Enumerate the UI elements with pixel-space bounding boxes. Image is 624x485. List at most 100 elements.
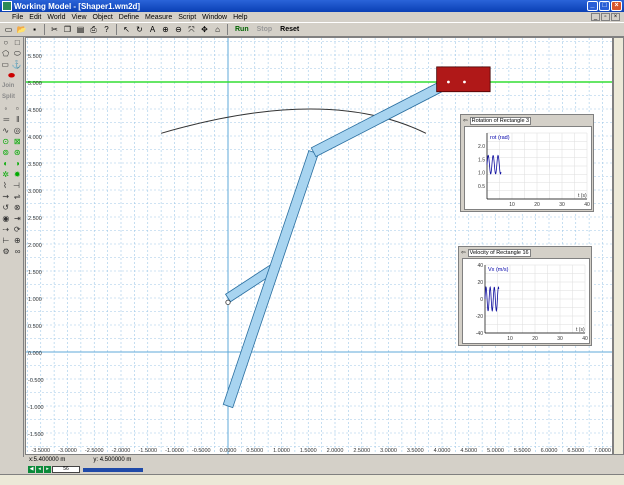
doc-close-button[interactable]: × bbox=[611, 13, 620, 21]
x-tick-label: 1.5000 bbox=[300, 448, 317, 454]
rotate-tool-icon[interactable]: ↻ bbox=[134, 24, 145, 35]
y-tick-label: 0.000 bbox=[28, 351, 42, 357]
curved-slot-icon[interactable]: ∿ bbox=[2, 126, 9, 135]
help-icon[interactable]: ? bbox=[101, 24, 112, 35]
menu-measure[interactable]: Measure bbox=[145, 14, 172, 21]
menu-script[interactable]: Script bbox=[178, 14, 196, 21]
menu-object[interactable]: Object bbox=[93, 14, 113, 21]
anchor-tool-icon[interactable]: ⚓ bbox=[12, 60, 22, 69]
meter-x-tick: 20 bbox=[532, 336, 538, 342]
reset-button[interactable]: Reset bbox=[277, 26, 302, 33]
home-view-icon[interactable]: ⌂ bbox=[212, 24, 223, 35]
menu-file[interactable]: File bbox=[12, 14, 23, 21]
keyed-slot-icon[interactable]: ⊚ bbox=[2, 148, 9, 157]
step-forward-icon[interactable]: ▸ bbox=[44, 466, 51, 473]
rod-tool-icon[interactable]: ⇌ bbox=[14, 192, 21, 201]
open-file-icon[interactable]: 📂 bbox=[16, 24, 27, 35]
belt-tool-icon[interactable]: ∞ bbox=[15, 247, 21, 256]
meter-menu-icon[interactable]: ⇦ bbox=[463, 118, 468, 124]
curved-slot-joint-icon[interactable]: ◐ bbox=[3, 159, 8, 168]
x-tick-label: 3.5000 bbox=[407, 448, 424, 454]
app-icon bbox=[2, 1, 12, 11]
circle-tool-icon[interactable]: ○ bbox=[3, 38, 8, 47]
meter-plot-area: rot (rad) t (s) 2.0 1.5 1.0 0.5 10 20 30 40 bbox=[464, 126, 592, 210]
copy-icon[interactable]: ❐ bbox=[62, 24, 73, 35]
menu-help[interactable]: Help bbox=[233, 14, 247, 21]
horizontal-slot-icon[interactable]: ═ bbox=[4, 115, 10, 124]
y-tick-label: -0.500 bbox=[28, 378, 44, 384]
curved-polygon-tool-icon[interactable]: ⬭ bbox=[14, 49, 21, 59]
gear-tool-icon[interactable]: ⚙ bbox=[3, 247, 10, 256]
menu-define[interactable]: Define bbox=[119, 14, 139, 21]
force-tool-icon[interactable]: ⇢ bbox=[2, 225, 9, 234]
meter-y-tick: -20 bbox=[476, 314, 483, 320]
rewind-icon[interactable]: ◀ bbox=[28, 466, 35, 473]
rotary-damper-icon[interactable]: ⊗ bbox=[14, 203, 21, 212]
meter-y-tick: 0 bbox=[480, 297, 483, 303]
maximize-button[interactable]: □ bbox=[599, 1, 610, 11]
polygon-tool-icon[interactable]: ⬠ bbox=[2, 49, 9, 58]
spring-tool-icon[interactable]: ⌇ bbox=[3, 181, 7, 190]
pulley-tool-icon[interactable]: ⊕ bbox=[14, 236, 21, 245]
rigid-joint-icon[interactable]: ⊠ bbox=[14, 137, 21, 146]
zoom-fit-icon[interactable]: ⤧ bbox=[186, 24, 197, 35]
print-icon[interactable]: ⎙ bbox=[88, 24, 99, 35]
slot-tool-icon[interactable]: ⬬ bbox=[8, 71, 15, 81]
step-back-icon[interactable]: ◂ bbox=[36, 466, 43, 473]
save-icon[interactable]: ▪ bbox=[29, 24, 40, 35]
motor-icon[interactable]: ◉ bbox=[2, 214, 9, 223]
actuator-icon[interactable]: ⇥ bbox=[14, 214, 21, 223]
motor-joint-icon[interactable]: ◑ bbox=[15, 159, 20, 168]
zoom-in-icon[interactable]: ⊕ bbox=[160, 24, 171, 35]
split-button[interactable]: Split bbox=[0, 92, 23, 103]
doc-restore-button[interactable]: ▫ bbox=[601, 13, 610, 21]
zoom-out-icon[interactable]: ⊖ bbox=[173, 24, 184, 35]
menu-world[interactable]: World bbox=[47, 14, 65, 21]
y-tick-label: 5.000 bbox=[28, 81, 42, 87]
run-button[interactable]: Run bbox=[232, 26, 252, 33]
rope-tool-icon[interactable]: ⇝ bbox=[2, 192, 9, 201]
square-tool-icon[interactable]: ▭ bbox=[1, 60, 9, 69]
stop-button[interactable]: Stop bbox=[254, 26, 276, 33]
separator-tool-icon[interactable]: ⊢ bbox=[2, 236, 9, 245]
pin-joint-icon[interactable]: ⊙ bbox=[2, 137, 9, 146]
torque-tool-icon[interactable]: ⟳ bbox=[14, 225, 21, 234]
keyed-slot-icon-2[interactable]: ⊛ bbox=[14, 148, 21, 157]
text-tool-icon[interactable]: A bbox=[147, 24, 158, 35]
paste-icon[interactable]: ▤ bbox=[75, 24, 86, 35]
vertical-scrollbar[interactable] bbox=[613, 37, 624, 455]
y-tick-label: 1.500 bbox=[28, 270, 42, 276]
playback-slider[interactable] bbox=[83, 467, 143, 472]
new-file-icon[interactable]: ▭ bbox=[3, 24, 14, 35]
meter-x-tick: 40 bbox=[584, 202, 590, 208]
arrow-tool-icon[interactable]: ↖ bbox=[121, 24, 132, 35]
meter-menu-icon[interactable]: ⇦ bbox=[461, 250, 466, 256]
cut-icon[interactable]: ✂ bbox=[49, 24, 60, 35]
menu-view[interactable]: View bbox=[72, 14, 87, 21]
rotation-meter[interactable]: ⇦ Rotation of Rectangle 3 rot (rad) t (s)… bbox=[460, 114, 594, 212]
velocity-meter[interactable]: ⇦ Velocity of Rectangle 16 Vx (m/s) t (s)… bbox=[458, 246, 592, 346]
rotary-spring-icon[interactable]: ↺ bbox=[2, 203, 9, 212]
horizontal-scrollbar[interactable] bbox=[0, 474, 624, 485]
close-button[interactable]: × bbox=[611, 1, 622, 11]
join-button[interactable]: Join bbox=[0, 81, 23, 92]
closed-slot-icon[interactable]: ◎ bbox=[14, 126, 21, 135]
gear-icon-2[interactable]: ✹ bbox=[14, 170, 21, 179]
x-tick-label: 4.5000 bbox=[460, 448, 477, 454]
workspace-canvas[interactable]: 5.500 5.000 4.500 4.000 3.500 3.000 2.500 2.000… bbox=[25, 37, 613, 455]
point-tool-icon[interactable]: ◦ bbox=[4, 104, 7, 113]
doc-minimize-button[interactable]: _ bbox=[591, 13, 600, 21]
y-tick-label: 2.500 bbox=[28, 216, 42, 222]
gear-icon[interactable]: ✲ bbox=[2, 170, 9, 179]
menu-edit[interactable]: Edit bbox=[29, 14, 41, 21]
menu-window[interactable]: Window bbox=[202, 14, 227, 21]
meter-x-tick: 30 bbox=[559, 202, 565, 208]
frame-counter[interactable]: 56 bbox=[52, 466, 80, 473]
square-point-tool-icon[interactable]: ▫ bbox=[16, 104, 19, 113]
move-tool-icon[interactable]: ✥ bbox=[199, 24, 210, 35]
rectangle-tool-icon[interactable]: □ bbox=[15, 38, 20, 47]
minimize-button[interactable]: _ bbox=[587, 1, 598, 11]
block-pin bbox=[447, 80, 450, 84]
damper-tool-icon[interactable]: ⊣ bbox=[13, 181, 20, 190]
vertical-slot-icon[interactable]: ‖ bbox=[16, 115, 19, 124]
